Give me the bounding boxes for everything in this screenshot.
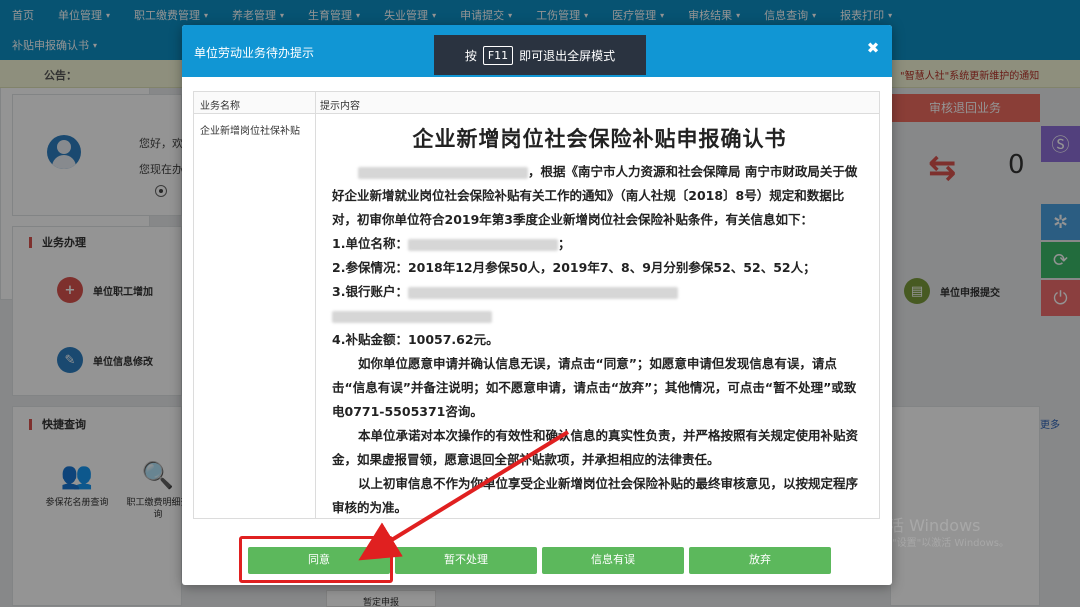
abandon-button[interactable]: 放弃 — [689, 547, 831, 574]
note-paragraph: 以上初审信息不作为你单位享受企业新增岗位社会保险补贴的最终审核意见，以按规定程序… — [332, 476, 859, 515]
close-icon[interactable]: ✖ — [866, 41, 880, 56]
item-bank-account: 3.银行账户： — [332, 280, 867, 304]
promise-paragraph: 本单位承诺对本次操作的有效性和确认信息的真实性负责，并严格按照有关规定使用补贴资… — [332, 428, 859, 467]
windows-activation-subtitle: 转到"设置"以激活 Windows。 — [872, 538, 1010, 549]
redacted-bank-detail — [332, 310, 492, 323]
intro-paragraph: ，根据《南宁市人力资源和社会保障局 南宁市财政局关于做好企业新增就业岗位社会保险… — [332, 164, 858, 227]
column-divider — [315, 92, 316, 518]
defer-button[interactable]: 暂不处理 — [395, 547, 537, 574]
redacted-unit-name — [358, 166, 528, 179]
annotation-highlight-box — [239, 536, 393, 583]
fullscreen-exit-hint: 按 F11 即可退出全屏模式 — [434, 35, 646, 75]
header-business-name: 业务名称 — [200, 101, 240, 112]
modal-title: 单位劳动业务待办提示 — [194, 46, 315, 60]
redacted-bank-account — [407, 286, 678, 299]
f11-key-badge: F11 — [482, 45, 514, 65]
business-table: 业务名称 提示内容 企业新增岗位社保补贴 企业新增岗位社会保险补贴申报确认书 ，… — [193, 91, 880, 519]
modal-header: 单位劳动业务待办提示 按 F11 即可退出全屏模式 ✖ — [182, 25, 892, 77]
confirmation-document: 企业新增岗位社会保险补贴申报确认书 ，根据《南宁市人力资源和社会保障局 南宁市财… — [332, 114, 867, 520]
item-unit-name: 1.单位名称：； — [332, 236, 571, 251]
business-name-cell: 企业新增岗位社保补贴 — [200, 126, 300, 137]
item-amount: 4.补贴金额：10057.62元。 — [332, 332, 499, 347]
info-error-button[interactable]: 信息有误 — [542, 547, 684, 574]
pending-business-modal: 单位劳动业务待办提示 按 F11 即可退出全屏模式 ✖ 业务名称 提示内容 企业… — [182, 25, 892, 585]
item-insurance: 2.参保情况：2018年12月参保50人，2019年7、8、9月分别参保52、5… — [332, 260, 816, 275]
table-header: 业务名称 提示内容 — [194, 92, 879, 114]
item-bank-account-continued — [332, 304, 867, 328]
header-content: 提示内容 — [320, 101, 360, 112]
confirm-instructions: 如你单位愿意申请并确认信息无误，请点击“同意”；如愿意申请但发现信息有误，请点击… — [332, 356, 857, 419]
document-title: 企业新增岗位社会保险补贴申报确认书 — [412, 127, 787, 151]
fullscreen-hint-pre: 按 — [464, 48, 477, 63]
redacted-unit-name-value — [407, 238, 558, 251]
fullscreen-hint-post: 即可退出全屏模式 — [519, 48, 616, 63]
